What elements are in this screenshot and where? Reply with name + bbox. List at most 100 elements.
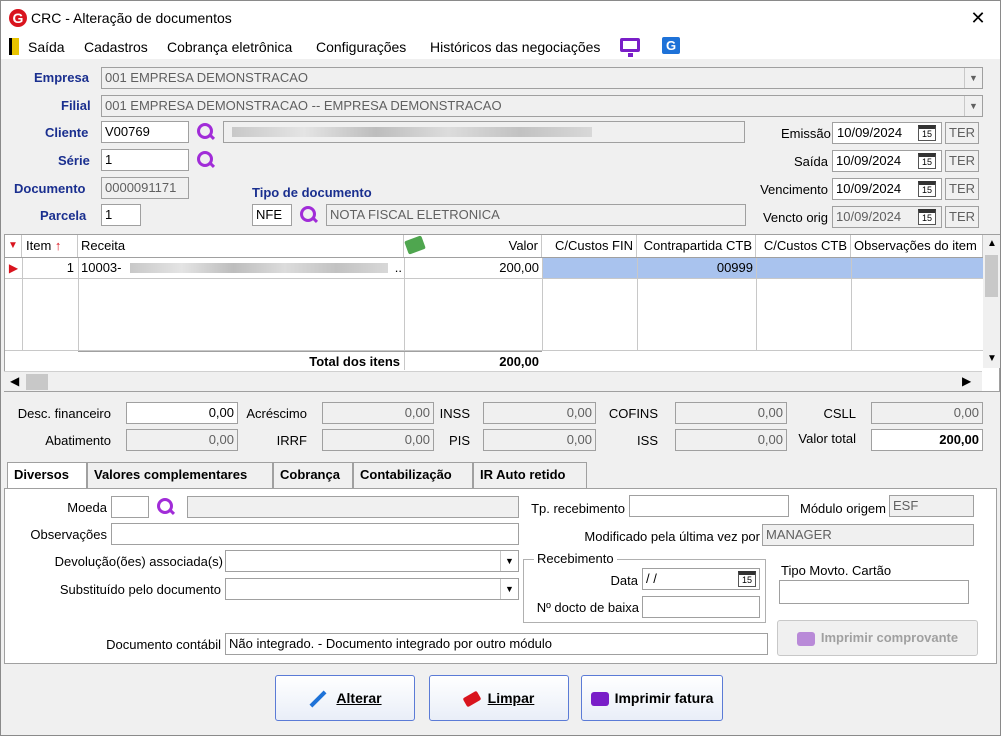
moeda-input[interactable] [111, 496, 149, 518]
header-item[interactable]: Item ↑ [22, 235, 78, 257]
devolucao-select[interactable]: ▼ [225, 550, 519, 572]
row-receita[interactable]: 10003-.. [78, 258, 404, 278]
chevron-down-icon[interactable]: ▼ [500, 551, 518, 571]
irrf-field: 0,00 [322, 429, 434, 451]
menu-cadastros[interactable]: Cadastros [84, 39, 148, 55]
serie-label: Série [58, 153, 90, 168]
filial-field[interactable]: 001 EMPRESA DEMONSTRACAO -- EMPRESA DEMO… [101, 95, 983, 117]
irrf-label: IRRF [276, 433, 307, 448]
chevron-down-icon[interactable]: ▼ [964, 68, 982, 88]
tab-bar: Diversos Valores complementares Cobrança… [4, 462, 994, 490]
search-icon[interactable] [196, 122, 216, 142]
moeda-label: Moeda [67, 500, 107, 515]
menu-configuracoes[interactable]: Configurações [316, 39, 406, 55]
col-divider [756, 258, 757, 350]
scroll-thumb[interactable] [985, 255, 998, 297]
cliente-name-field [223, 121, 745, 143]
documento-field: 0000091171 [101, 177, 189, 199]
row-pointer-icon: ▶ [8, 261, 19, 275]
calendar-icon[interactable]: 15 [918, 153, 936, 169]
horizontal-scrollbar[interactable]: ◀ ▶ [4, 371, 982, 391]
cliente-input[interactable]: V00769 [101, 121, 189, 143]
tp-recebimento-input[interactable] [629, 495, 789, 517]
alterar-button[interactable]: Alterar [275, 675, 415, 721]
chevron-left-icon[interactable]: ◀ [10, 374, 19, 388]
tab-diversos[interactable]: Diversos [7, 462, 87, 490]
imprimir-fatura-button[interactable]: Imprimir fatura [581, 675, 723, 721]
g-app-icon[interactable]: G [662, 37, 680, 54]
chevron-down-icon[interactable]: ▼ [987, 353, 997, 364]
calendar-icon[interactable]: 15 [918, 209, 936, 225]
calendar-icon[interactable]: 15 [918, 125, 936, 141]
row-selection[interactable] [542, 258, 983, 278]
n-docto-baixa-input[interactable] [642, 596, 760, 618]
data-label: Data [610, 573, 638, 588]
tab-ir-auto-retido[interactable]: IR Auto retido [473, 462, 587, 488]
pis-label: PIS [449, 433, 470, 448]
acrescimo-field: 0,00 [322, 402, 434, 424]
inss-label: INSS [439, 406, 470, 421]
header-valor[interactable]: Valor [404, 235, 542, 257]
abatimento-field: 0,00 [126, 429, 238, 451]
header-receita[interactable]: Receita [78, 235, 404, 257]
money-icon [404, 235, 426, 255]
search-icon[interactable] [299, 205, 319, 225]
chevron-up-icon[interactable]: ▲ [987, 238, 997, 249]
menu-historicos[interactable]: Históricos das negociações [430, 39, 600, 55]
search-icon[interactable] [196, 150, 216, 170]
observacoes-input[interactable] [111, 523, 519, 545]
vertical-scrollbar[interactable]: ▲ ▼ [983, 235, 1000, 368]
header-contrapartida[interactable]: Contrapartida CTB [637, 235, 756, 257]
documento-contabil-field: Não integrado. - Documento integrado por… [225, 633, 768, 655]
modulo-origem-field: ESF [889, 495, 974, 517]
substituido-select[interactable]: ▼ [225, 578, 519, 600]
tipo-documento-code[interactable]: NFE [252, 204, 292, 226]
csll-label: CSLL [823, 406, 856, 421]
chevron-down-icon[interactable]: ▼ [500, 579, 518, 599]
chevron-right-icon[interactable]: ▶ [962, 374, 971, 388]
desc-financeiro-input[interactable]: 0,00 [126, 402, 238, 424]
moeda-desc [187, 496, 519, 518]
search-icon[interactable] [156, 497, 176, 517]
redacted-text [232, 127, 592, 137]
row-contrapartida[interactable]: 00999 [637, 258, 756, 278]
tipo-movto-cartao-input[interactable] [779, 580, 969, 604]
chevron-down-icon[interactable]: ▼ [964, 96, 982, 116]
tipo-documento-label: Tipo de documento [252, 185, 372, 200]
printer-icon [796, 631, 815, 646]
monitor-icon[interactable] [620, 38, 640, 57]
menu-cobranca[interactable]: Cobrança eletrônica [167, 39, 292, 55]
tab-cobranca[interactable]: Cobrança [273, 462, 353, 488]
imprimir-comprovante-button[interactable]: Imprimir comprovante [777, 620, 978, 656]
close-button[interactable]: ✕ [963, 5, 993, 31]
modificado-label: Modificado pela última vez por [584, 529, 760, 544]
calendar-icon[interactable]: 15 [738, 571, 756, 587]
iss-label: ISS [637, 433, 658, 448]
limpar-button[interactable]: Limpar [429, 675, 569, 721]
parcela-input[interactable]: 1 [101, 204, 141, 226]
empresa-field[interactable]: 001 EMPRESA DEMONSTRACAO ▼ [101, 67, 983, 89]
eraser-icon [462, 690, 482, 708]
menu-bar: Saída Cadastros Cobrança eletrônica Conf… [1, 35, 1000, 59]
calendar-icon[interactable]: 15 [918, 181, 936, 197]
cliente-label: Cliente [45, 125, 89, 140]
documento-contabil-label: Documento contábil [106, 637, 221, 652]
modificado-field: MANAGER [762, 524, 974, 546]
exit-icon[interactable] [9, 38, 19, 55]
row-valor[interactable]: 200,00 [404, 258, 542, 278]
tab-contabilizacao[interactable]: Contabilização [353, 462, 473, 488]
items-grid[interactable]: ▼ Item ↑ Receita Valor C/Custos FIN Cont… [4, 234, 1000, 392]
vencto-orig-day: TER [945, 206, 979, 228]
filial-label: Filial [61, 98, 91, 113]
header-ccustos-ctb[interactable]: C/Custos CTB [756, 235, 851, 257]
header-observacoes[interactable]: Observações do item [851, 235, 983, 257]
header-ccustos-fin[interactable]: C/Custos FIN [542, 235, 637, 257]
col-divider [851, 258, 852, 350]
tab-valores-complementares[interactable]: Valores complementares [87, 462, 273, 488]
row-item[interactable]: 1 [22, 258, 78, 278]
col-divider [78, 258, 79, 350]
menu-saida[interactable]: Saída [28, 39, 65, 55]
scroll-thumb[interactable] [26, 374, 48, 390]
app-logo-icon: G [9, 9, 27, 27]
serie-input[interactable]: 1 [101, 149, 189, 171]
